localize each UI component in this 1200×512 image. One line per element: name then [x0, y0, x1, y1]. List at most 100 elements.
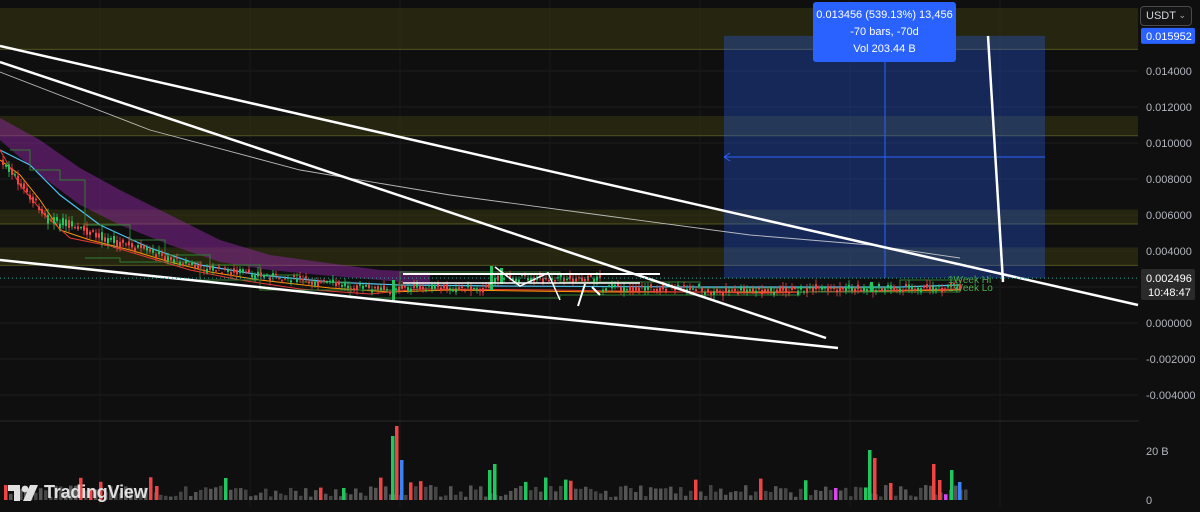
price-tick-label: 0.000000	[1146, 318, 1192, 330]
candle-body	[266, 274, 268, 276]
candle-body	[665, 288, 667, 292]
candle-body	[152, 249, 154, 253]
volume-bar	[719, 488, 723, 500]
candle-body	[167, 256, 169, 262]
volume-bar	[629, 488, 633, 500]
volume-bar	[449, 486, 453, 500]
tradingview-logo[interactable]: TradingView	[8, 482, 148, 503]
candle-body	[734, 288, 736, 291]
candle-body	[683, 285, 685, 287]
candle-body	[827, 286, 829, 291]
candle-body	[140, 244, 142, 249]
candle-body	[875, 290, 877, 293]
candle-body	[14, 174, 16, 176]
candle-body	[428, 285, 430, 287]
volume-bar-spike	[400, 460, 404, 500]
candle-body	[146, 246, 148, 251]
volume-bar-spike	[938, 480, 942, 500]
volume-bar	[649, 487, 653, 500]
candle-body	[494, 277, 496, 283]
volume-bar	[819, 490, 823, 500]
candle-body	[932, 286, 934, 292]
candle-body	[215, 270, 217, 272]
candle-body	[404, 285, 406, 288]
candle-body	[83, 225, 85, 231]
candle-body	[431, 284, 433, 290]
candle-body	[119, 241, 121, 249]
volume-bar	[764, 490, 768, 500]
volume-bar	[674, 493, 678, 500]
candle-body	[773, 291, 775, 295]
candle-body	[389, 292, 391, 295]
volume-bar	[224, 477, 228, 500]
volume-bar	[169, 496, 173, 500]
candle-body	[332, 279, 334, 284]
candle-body	[296, 277, 298, 283]
volume-bar	[264, 488, 268, 500]
candle-body	[35, 198, 37, 201]
candle-body	[902, 290, 904, 292]
volume-bar	[789, 492, 793, 500]
volume-bar	[374, 487, 378, 500]
candle-body	[230, 272, 232, 276]
volume-bar	[404, 494, 408, 500]
candle-body	[920, 288, 922, 293]
candle-body	[935, 288, 937, 292]
candle-body	[290, 280, 292, 283]
candle-body	[20, 183, 22, 187]
volume-bar	[579, 488, 583, 500]
candle-body	[467, 284, 469, 288]
candle-body	[98, 233, 100, 238]
candle-body	[104, 237, 106, 242]
candle-body	[797, 290, 799, 295]
volume-bar	[434, 486, 438, 500]
candle-body	[542, 278, 544, 283]
volume-bar	[189, 496, 193, 500]
volume-bar	[914, 496, 918, 500]
candle-body	[224, 267, 226, 270]
volume-bar	[654, 488, 658, 500]
candle-body	[806, 288, 808, 293]
volume-bar	[159, 494, 163, 500]
candle-body	[584, 279, 586, 282]
currency-selector[interactable]: USDT ⌄	[1140, 6, 1192, 26]
candle-body	[611, 284, 613, 289]
candle-body	[764, 289, 766, 292]
candle-body	[719, 290, 721, 292]
price-chart[interactable]: 1Week Hi1Week Lo0.0140000.0120000.010000…	[0, 0, 1200, 507]
candle-body	[359, 284, 361, 286]
candle-body	[782, 285, 784, 291]
volume-bar	[919, 487, 923, 500]
candle-body	[380, 287, 382, 291]
candle-body	[890, 285, 892, 290]
volume-bar-spike	[868, 450, 872, 500]
volume-bar	[839, 490, 843, 500]
candle-body	[410, 288, 412, 292]
candle-body	[335, 282, 337, 286]
candle-body	[191, 262, 193, 265]
volume-bar	[294, 490, 298, 500]
candle-body	[779, 288, 781, 292]
volume-bar	[614, 496, 618, 500]
volume-bar	[359, 492, 363, 500]
candle-body	[656, 288, 658, 292]
candle-body	[878, 284, 880, 288]
volume-bar	[759, 478, 763, 500]
candle-body	[125, 243, 127, 245]
price-tick-label: 0.008000	[1146, 174, 1192, 186]
candle-body	[407, 287, 409, 292]
volume-bar	[599, 493, 603, 500]
volume-bar-spike	[395, 426, 399, 500]
volume-bar	[519, 485, 523, 500]
volume-bar	[524, 481, 528, 500]
volume-bar	[474, 489, 478, 500]
volume-bar	[529, 490, 533, 500]
candle-body	[452, 289, 454, 292]
candle-body	[203, 269, 205, 272]
volume-bar	[369, 486, 373, 500]
volume-bar	[214, 487, 218, 500]
candle-body	[488, 283, 490, 288]
candle-body	[71, 221, 73, 227]
chart-area[interactable]: 1Week Hi 1Week Lo 0.014000 0.012000 0.010000…	[0, 0, 1200, 507]
candle-body	[92, 230, 94, 232]
